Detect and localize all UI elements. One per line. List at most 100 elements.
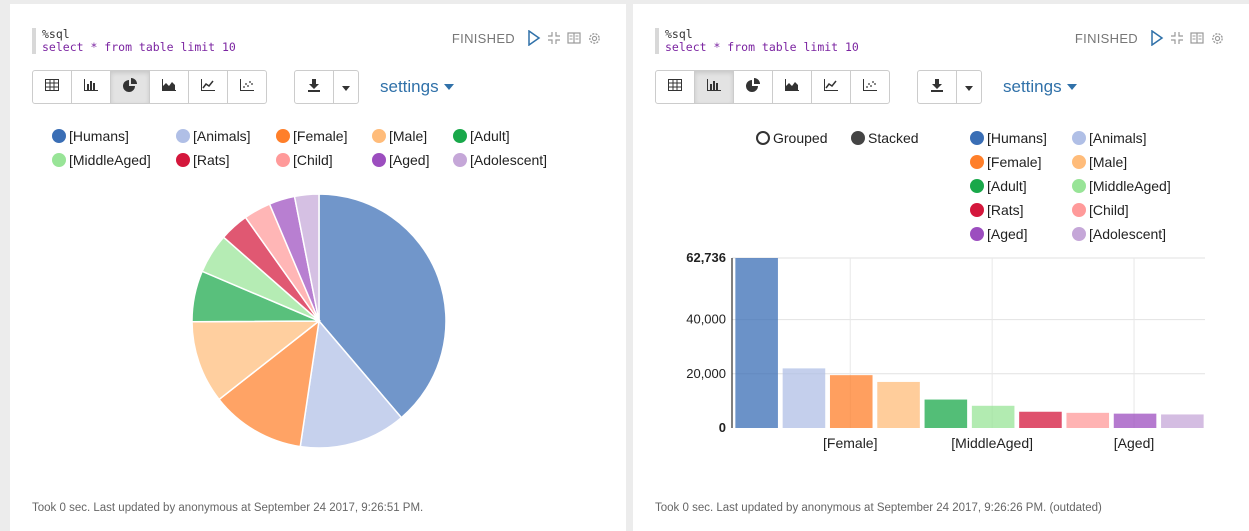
area-chart-button[interactable] — [149, 70, 189, 104]
book-icon[interactable] — [1190, 31, 1204, 45]
bar[interactable] — [924, 399, 968, 428]
collapse-icon[interactable] — [547, 31, 561, 45]
bar-chart-icon — [707, 78, 721, 96]
bar[interactable] — [829, 375, 873, 428]
code-editor[interactable]: %sql select * from table limit 10 — [655, 28, 859, 54]
bar-legend-item[interactable]: [Aged] — [970, 226, 1027, 242]
gear-icon[interactable] — [587, 31, 602, 46]
y-tick-label: 20,000 — [686, 366, 726, 381]
legend-dot-icon — [453, 153, 467, 167]
bar-legend-item[interactable]: [Humans] — [970, 130, 1047, 146]
line-chart-button[interactable] — [811, 70, 851, 104]
bar-legend-item[interactable]: [Child] — [1072, 202, 1129, 218]
legend-label: [Male] — [389, 128, 428, 144]
viz-toolbar: settings — [32, 70, 454, 104]
bar[interactable] — [1161, 414, 1204, 428]
legend-dot-icon — [970, 155, 984, 169]
bar-chart: 0 20,000 40,000 62,736 [Female] [MiddleAged] [… — [686, 250, 1205, 451]
legend-dot-icon — [372, 129, 386, 143]
run-icon[interactable] — [1150, 30, 1164, 46]
bar-legend-item[interactable]: [MiddleAged] — [1072, 178, 1171, 194]
legend-dot-icon — [52, 153, 66, 167]
viz-toolbar: settings — [655, 70, 1077, 104]
bar[interactable] — [1019, 411, 1062, 428]
pie-legend-item[interactable]: [Animals] — [176, 128, 251, 144]
table-icon — [45, 78, 59, 96]
pie-chart-icon — [746, 77, 760, 97]
pie-legend-item[interactable]: [Rats] — [176, 152, 230, 168]
paragraph-footer: Took 0 sec. Last updated by anonymous at… — [32, 502, 424, 514]
radio-filled-icon — [851, 131, 865, 145]
caret-down-icon — [443, 84, 454, 90]
legend-dot-icon — [176, 129, 190, 143]
line-chart-icon — [201, 78, 215, 96]
pie-legend-item[interactable]: [Child] — [276, 152, 333, 168]
line-chart-button[interactable] — [188, 70, 228, 104]
stacked-radio[interactable]: Stacked — [851, 130, 919, 146]
download-dropdown-button[interactable] — [333, 70, 359, 104]
bar[interactable] — [877, 381, 920, 428]
pie-legend-item[interactable]: [Humans] — [52, 128, 129, 144]
pie-legend-item[interactable]: [Female] — [276, 128, 347, 144]
legend-dot-icon — [372, 153, 386, 167]
bar-legend-item[interactable]: [Animals] — [1072, 130, 1147, 146]
run-icon[interactable] — [527, 30, 541, 46]
bar[interactable] — [782, 368, 826, 428]
caret-down-icon — [965, 78, 973, 96]
grouped-label: Grouped — [773, 130, 828, 146]
table-view-button[interactable] — [32, 70, 72, 104]
area-chart-button[interactable] — [772, 70, 812, 104]
settings-toggle[interactable]: settings — [380, 77, 454, 97]
bar[interactable] — [735, 258, 778, 428]
bar-chart-button[interactable] — [71, 70, 111, 104]
pie-legend-item[interactable]: [Adult] — [453, 128, 510, 144]
pie-legend-item[interactable]: [MiddleAged] — [52, 152, 151, 168]
download-dropdown-button[interactable] — [956, 70, 982, 104]
status-label: FINISHED — [451, 30, 515, 46]
pie-legend-item[interactable]: [Adolescent] — [453, 152, 547, 168]
legend-label: [Adolescent] — [470, 152, 548, 168]
legend-label: [Humans] — [69, 128, 129, 144]
gear-icon[interactable] — [1210, 31, 1225, 46]
scatter-chart-button[interactable] — [850, 70, 890, 104]
pie-legend-item[interactable]: [Aged] — [372, 152, 429, 168]
bar-legend-item[interactable]: [Rats] — [970, 202, 1024, 218]
pie-legend-item[interactable]: [Male] — [372, 128, 427, 144]
download-group — [917, 70, 982, 104]
y-tick-label: 62,736 — [686, 250, 726, 265]
bar-legend-item[interactable]: [Adult] — [970, 178, 1027, 194]
pie-chart-button[interactable] — [110, 70, 150, 104]
bar-chart-button[interactable] — [694, 70, 734, 104]
settings-toggle[interactable]: settings — [1003, 77, 1077, 97]
scatter-chart-icon — [240, 78, 254, 96]
viz-type-group — [655, 70, 890, 104]
bar[interactable] — [1113, 413, 1157, 428]
status-label: FINISHED — [1074, 30, 1138, 46]
legend-label: [Animals] — [1089, 130, 1147, 146]
collapse-icon[interactable] — [1170, 31, 1184, 45]
grouped-radio[interactable]: Grouped — [756, 130, 827, 146]
legend-label: [Animals] — [193, 128, 251, 144]
bar[interactable] — [1066, 412, 1110, 428]
bar[interactable] — [971, 405, 1015, 428]
pie-chart-button[interactable] — [733, 70, 773, 104]
book-icon[interactable] — [567, 31, 581, 45]
legend-dot-icon — [176, 153, 190, 167]
paragraph-bar: %sql select * from table limit 10 FINISH… — [633, 4, 1249, 531]
scatter-chart-button[interactable] — [227, 70, 267, 104]
bar-legend-item[interactable]: [Male] — [1072, 154, 1127, 170]
caret-down-icon — [1066, 84, 1077, 90]
area-chart-icon — [162, 78, 176, 96]
paragraph-status-bar: FINISHED — [452, 30, 602, 46]
settings-label: settings — [1003, 77, 1062, 96]
bar-legend-item[interactable]: [Adolescent] — [1072, 226, 1166, 242]
table-view-button[interactable] — [655, 70, 695, 104]
pie-chart — [191, 193, 447, 449]
download-icon — [930, 78, 944, 97]
download-button[interactable] — [917, 70, 957, 104]
code-editor[interactable]: %sql select * from table limit 10 — [32, 28, 236, 54]
legend-dot-icon — [1072, 131, 1086, 145]
legend-label: [Rats] — [193, 152, 230, 168]
download-button[interactable] — [294, 70, 334, 104]
bar-legend-item[interactable]: [Female] — [970, 154, 1041, 170]
